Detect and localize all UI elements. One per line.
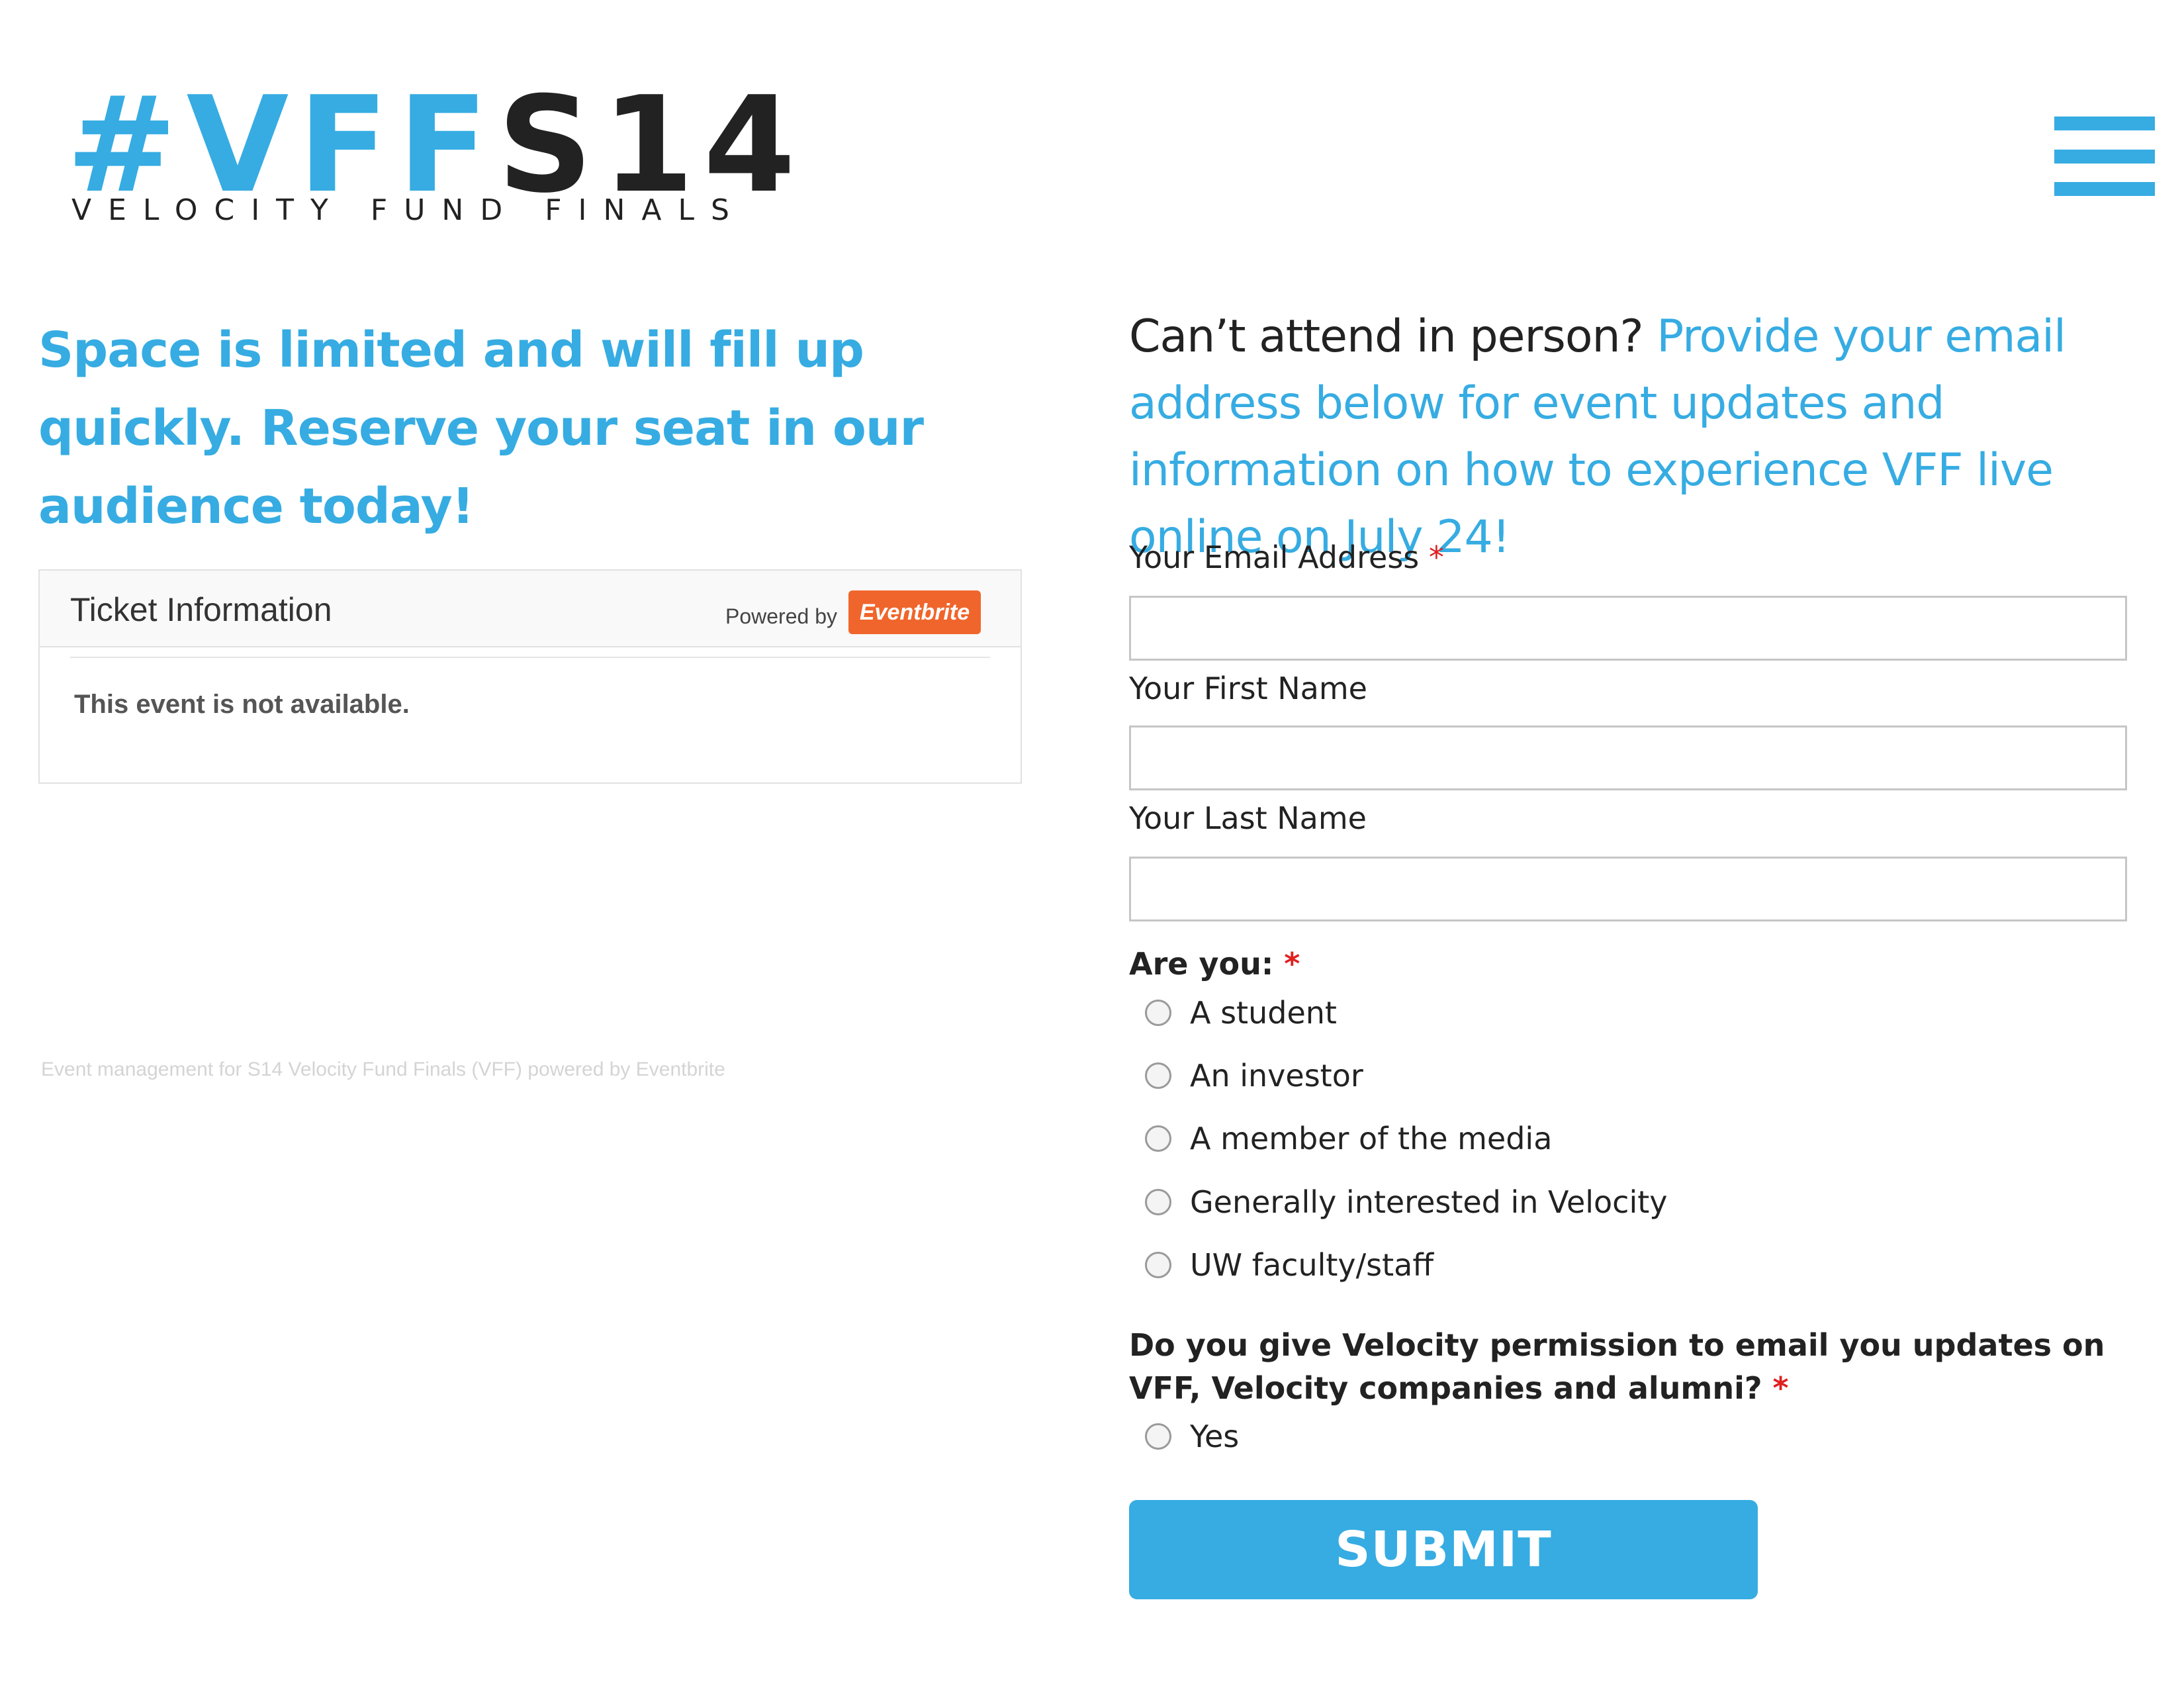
option-label: A member of the media	[1190, 1121, 1553, 1156]
logo-wordmark: #VFFS14	[66, 79, 805, 212]
hamburger-menu-icon[interactable]	[2054, 117, 2155, 196]
menu-bar	[2054, 150, 2155, 164]
option-label: An investor	[1190, 1058, 1363, 1094]
radio-button[interactable]	[1145, 1423, 1171, 1450]
required-marker: *	[1428, 539, 1444, 575]
required-marker: *	[1284, 946, 1300, 982]
option-label: Generally interested in Velocity	[1190, 1184, 1668, 1220]
remote-intro-text: Can’t attend in person? Provide your ema…	[1129, 303, 2175, 571]
permission-question-text: Do you give Velocity permission to email…	[1129, 1327, 2105, 1406]
email-label: Your Email Address *	[1129, 539, 1444, 576]
permission-question: Do you give Velocity permission to email…	[1129, 1324, 2148, 1410]
role-question: Are you: *	[1129, 943, 2148, 986]
ticket-title: Ticket Information	[70, 591, 332, 628]
role-question-text: Are you:	[1129, 946, 1274, 982]
menu-bar	[2054, 117, 2155, 130]
last-name-field[interactable]	[1129, 857, 2127, 921]
logo-subtitle: VELOCITY FUND FINALS	[71, 193, 746, 227]
last-name-label: Your Last Name	[1129, 800, 1367, 836]
radio-button[interactable]	[1145, 1125, 1171, 1152]
eventbrite-footer-link[interactable]: Event management for S14 Velocity Fund F…	[41, 1058, 725, 1082]
required-marker: *	[1772, 1370, 1789, 1406]
ticket-widget-header: Ticket Information Powered by Eventbrite	[40, 571, 1021, 647]
ticket-status-message: This event is not available.	[74, 690, 410, 719]
first-name-field[interactable]	[1129, 726, 2127, 790]
option-label: UW faculty/staff	[1190, 1247, 1434, 1283]
ticket-widget: Ticket Information Powered by Eventbrite…	[38, 569, 1022, 784]
powered-by-label: Powered by	[725, 604, 837, 628]
radio-button[interactable]	[1145, 1062, 1171, 1089]
menu-bar	[2054, 182, 2155, 196]
option-label: Yes	[1190, 1419, 1240, 1454]
radio-button[interactable]	[1145, 1252, 1171, 1278]
email-label-text: Your Email Address	[1129, 539, 1420, 575]
eventbrite-logo[interactable]: Eventbrite	[848, 590, 981, 634]
intro-lead: Can’t attend in person?	[1129, 310, 1644, 363]
reserve-headline: Space is limited and will fill up quickl…	[38, 322, 924, 535]
email-field[interactable]	[1129, 596, 2127, 661]
radio-button[interactable]	[1145, 1189, 1171, 1215]
first-name-label: Your First Name	[1129, 671, 1367, 706]
option-label: A student	[1190, 995, 1337, 1031]
radio-button[interactable]	[1145, 1000, 1171, 1026]
submit-button[interactable]: SUBMIT	[1129, 1500, 1758, 1599]
divider	[70, 657, 990, 658]
